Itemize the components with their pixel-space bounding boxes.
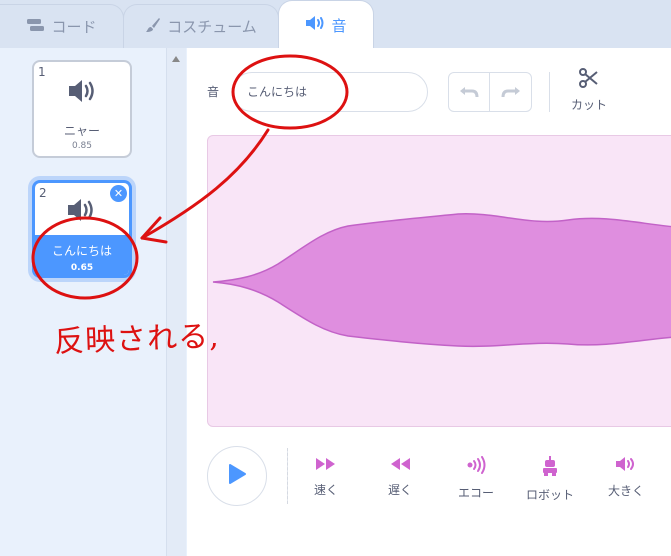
sound-number: 2 [39,186,47,200]
volume-up-icon [615,457,637,476]
waveform-display[interactable] [207,135,671,427]
effect-faster-label: 速く [313,483,338,497]
cut-button[interactable]: カット [563,68,615,113]
tab-costume[interactable]: コスチューム [123,4,279,48]
sound-number: 1 [38,65,46,79]
tab-code[interactable]: コード [0,4,124,48]
toolbar-divider [549,72,550,112]
tab-bar: コード コスチューム 音 [0,0,671,49]
sound-list-scrollbar[interactable] [166,48,186,556]
close-icon: ✕ [113,187,124,200]
effect-louder-label: 大きく [607,484,644,498]
effect-slower-button[interactable]: 遅く [365,456,435,498]
effect-faster-button[interactable]: 速く [291,456,361,498]
tab-sound-label: 音 [331,16,347,35]
redo-icon [501,84,521,103]
delete-sound-button[interactable]: ✕ [110,185,127,202]
sound-item-2-selected[interactable]: 2 ✕ こんにちは 0.65 [32,180,132,278]
effect-echo-label: エコー [457,486,494,500]
effects-divider [287,448,288,504]
effect-slower-label: 遅く [387,483,412,497]
play-icon [227,463,247,489]
sound-name: こんにちは [51,244,112,258]
speaker-icon [305,15,325,35]
effect-echo-button[interactable]: エコー [441,456,511,501]
paintbrush-icon [145,17,161,37]
effect-robot-label: ロボット [525,488,574,502]
annotation-handwritten-text: 反映される, [53,319,221,360]
play-button[interactable] [207,446,267,506]
robot-icon [541,456,559,480]
sound-name-label: 音 [207,85,220,99]
sound-name-input[interactable]: こんにちは [232,72,428,112]
cut-label: カット [570,98,607,112]
tab-sound[interactable]: 音 [278,0,374,49]
fast-forward-icon [315,456,337,475]
sound-editor-window: コード コスチューム 音 1 ニャー 0.85 2 ✕ こんにちは 0.65 音… [0,0,671,556]
redo-button[interactable] [490,73,531,111]
sound-duration: 0.65 [70,263,94,273]
scroll-up-arrow-icon[interactable] [172,56,180,62]
sound-editor-panel: 音 こんにちは カット 速く 遅く エコー ロボット 大きく [187,48,671,556]
undo-redo-group [448,72,532,112]
code-blocks-icon [27,18,45,36]
scissors-icon [579,68,599,92]
undo-button[interactable] [449,73,491,111]
undo-icon [459,84,479,103]
rewind-icon [389,456,411,475]
speaker-icon [67,197,97,227]
waveform-shape [212,213,671,348]
effect-louder-button[interactable]: 大きく [591,456,661,499]
sound-name: ニャー [63,124,100,138]
sound-item-1[interactable]: 1 ニャー 0.85 [32,60,132,158]
effects-bar: 速く 遅く エコー ロボット 大きく [207,446,671,510]
sound-duration: 0.85 [71,141,93,151]
tab-code-label: コード [51,18,97,36]
echo-icon [466,456,486,478]
effect-robot-button[interactable]: ロボット [515,456,585,503]
speaker-icon [68,78,98,108]
tab-costume-label: コスチューム [167,18,257,36]
